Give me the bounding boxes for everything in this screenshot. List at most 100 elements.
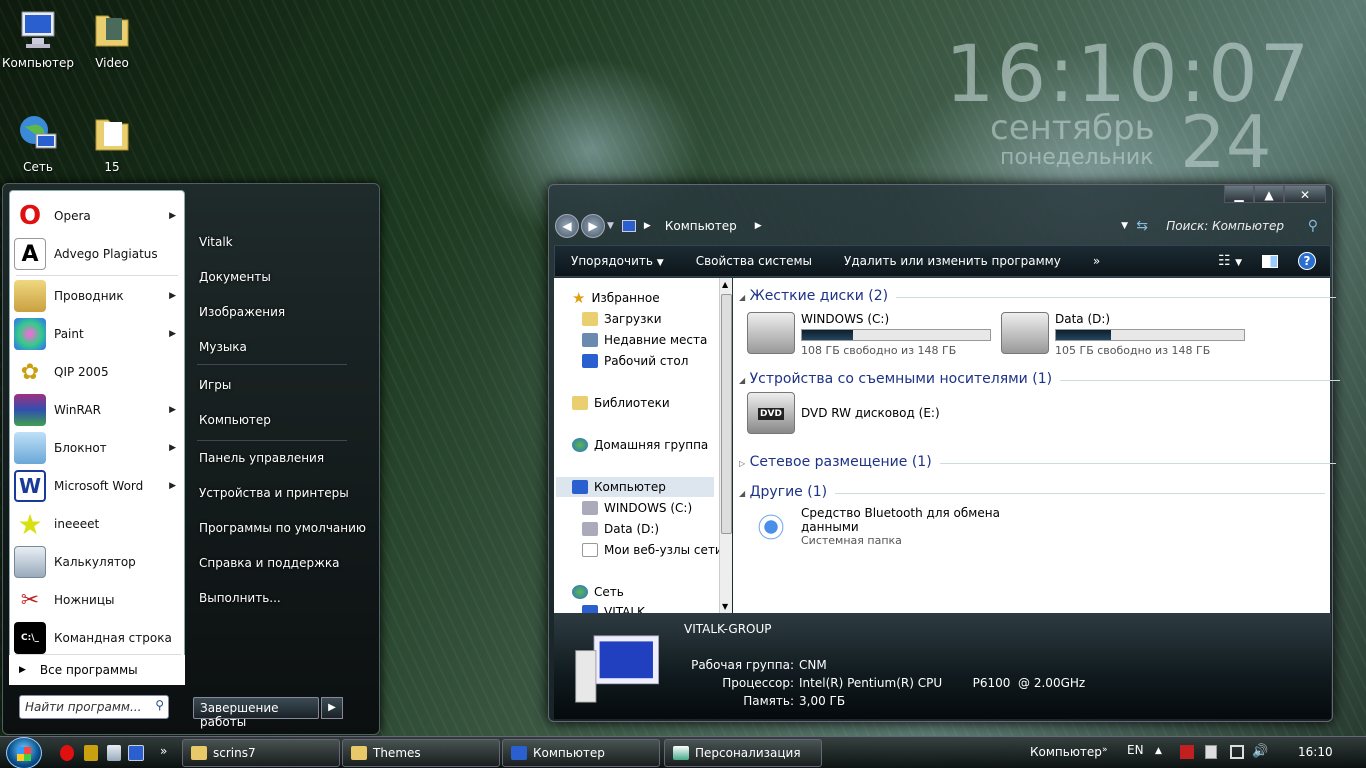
bluetooth-folder[interactable]: Средство Bluetooth для обмена данными Сист… xyxy=(747,506,1000,548)
taskbar-button-computer[interactable]: Компьютер xyxy=(502,739,660,767)
start-item-paint[interactable]: Paint ▶ xyxy=(10,315,186,353)
start-button[interactable] xyxy=(6,737,42,768)
start-item-notepad[interactable]: Блокнот ▶ xyxy=(10,429,186,467)
nav-downloads[interactable]: Загрузки xyxy=(582,309,662,329)
nav-recent[interactable]: Недавние места xyxy=(582,330,707,350)
flag-icon[interactable] xyxy=(1180,745,1194,759)
start-right-computer[interactable]: Компьютер xyxy=(199,413,271,427)
desktop-quicklaunch-icon[interactable] xyxy=(128,745,144,761)
network-tray-icon[interactable] xyxy=(1230,745,1244,759)
group-removable[interactable]: ◢ Устройства со съемными носителями (1) xyxy=(739,371,1341,387)
uninstall-program-button[interactable]: Удалить или изменить программу xyxy=(844,254,1061,268)
start-item-explorer[interactable]: Проводник ▶ xyxy=(10,277,186,315)
start-search-input[interactable]: Найти программ... ⚲ xyxy=(19,695,169,719)
search-icon[interactable]: ⚲ xyxy=(1308,218,1318,234)
homegroup-icon xyxy=(572,438,588,452)
start-item-winrar[interactable]: WinRAR ▶ xyxy=(10,391,186,429)
start-item-ineeeet[interactable]: ★ ineeeet xyxy=(10,505,186,543)
nav-vitalk[interactable]: VITALK xyxy=(582,602,645,613)
scroll-up-icon[interactable]: ▲ xyxy=(722,280,728,289)
opera-quicklaunch-icon[interactable] xyxy=(60,745,74,761)
toolbar-more-icon[interactable]: » xyxy=(1102,745,1108,755)
help-icon[interactable]: ? xyxy=(1298,252,1316,270)
group-hard-disks[interactable]: ◢ Жесткие диски (2) xyxy=(739,288,1337,304)
desktop-icon-15[interactable]: 15 xyxy=(74,112,150,174)
nav-drive-c[interactable]: WINDOWS (C:) xyxy=(582,498,692,518)
tray-clock[interactable]: 16:10 xyxy=(1298,745,1333,759)
nav-homegroup[interactable]: Домашняя группа xyxy=(572,435,708,455)
preview-pane-icon[interactable] xyxy=(1262,254,1278,268)
scroll-down-icon[interactable]: ▼ xyxy=(722,602,728,611)
nav-desktop[interactable]: Рабочий стол xyxy=(582,351,688,371)
start-right-run[interactable]: Выполнить... xyxy=(199,591,281,605)
all-programs-button[interactable]: ▶ Все программы xyxy=(9,655,185,685)
breadcrumb-computer[interactable]: Компьютер xyxy=(665,219,737,233)
close-button[interactable]: ✕ xyxy=(1284,185,1326,203)
start-item-opera[interactable]: O Opera ▶ xyxy=(10,197,186,235)
drive-icon xyxy=(582,501,598,515)
nav-libraries[interactable]: Библиотеки xyxy=(572,393,670,413)
start-item-word[interactable]: W Microsoft Word ▶ xyxy=(10,467,186,505)
start-right-control-panel[interactable]: Панель управления xyxy=(199,451,324,465)
explorer-search-input[interactable]: Поиск: Компьютер xyxy=(1166,219,1284,233)
start-right-devices[interactable]: Устройства и принтеры xyxy=(199,486,349,500)
start-right-default-programs[interactable]: Программы по умолчанию xyxy=(199,521,366,535)
scrollbar-thumb[interactable] xyxy=(721,294,732,534)
taskbar-more-icon[interactable]: » xyxy=(160,744,167,758)
volume-icon[interactable]: 🔊 xyxy=(1252,744,1268,759)
qip-quicklaunch-icon[interactable] xyxy=(84,745,98,761)
drive-dvd[interactable]: DVD DVD RW дисковод (E:) xyxy=(747,392,940,434)
back-button[interactable]: ◀ xyxy=(555,214,579,238)
chevron-down-icon[interactable]: ▼ xyxy=(607,221,614,231)
maximize-button[interactable]: ▲ xyxy=(1254,185,1284,203)
start-right-documents[interactable]: Документы xyxy=(199,270,271,284)
start-item-qip[interactable]: ✿ QIP 2005 xyxy=(10,353,186,391)
nav-web-sites[interactable]: Мои веб-узлы сети xyxy=(582,540,723,560)
arrow-right-icon: ▶ xyxy=(328,702,336,713)
shutdown-options-button[interactable]: ▶ xyxy=(321,697,343,719)
view-options-icon[interactable]: ☷ ▼ xyxy=(1218,253,1242,269)
chevron-down-icon[interactable]: ▼ xyxy=(1121,221,1128,231)
taskbar-button-personalization[interactable]: Персонализация xyxy=(664,739,822,767)
desktop-icon-computer[interactable]: Компьютер xyxy=(0,8,76,70)
drive-c[interactable]: WINDOWS (C:) 108 ГБ свободно из 148 ГБ xyxy=(747,312,991,357)
forward-button[interactable]: ▶ xyxy=(581,214,605,238)
system-properties-button[interactable]: Свойства системы xyxy=(696,254,812,268)
start-right-pictures[interactable]: Изображения xyxy=(199,305,285,319)
advego-icon: A xyxy=(14,238,46,270)
shutdown-button[interactable]: Завершение работы xyxy=(193,697,319,729)
nav-drive-d[interactable]: Data (D:) xyxy=(582,519,659,539)
nav-favorites[interactable]: ★ Избранное xyxy=(572,288,660,308)
nav-computer[interactable]: Компьютер xyxy=(556,477,714,497)
refresh-icon[interactable]: ⇆ xyxy=(1136,218,1148,234)
taskbar-computer-toolbar[interactable]: Компьютер xyxy=(1030,745,1102,759)
taskbar-button-themes[interactable]: Themes xyxy=(342,739,500,767)
tray-arrow-icon[interactable]: ▲ xyxy=(1155,746,1162,756)
computer-small-icon xyxy=(621,220,636,232)
start-right-games[interactable]: Игры xyxy=(199,378,231,392)
group-network[interactable]: ▷ Сетевое размещение (1) xyxy=(739,454,1336,470)
drive-d[interactable]: Data (D:) 105 ГБ свободно из 148 ГБ xyxy=(1001,312,1245,357)
start-item-cmd[interactable]: C:\_ Командная строка xyxy=(10,619,186,657)
start-item-snipping[interactable]: ✂ Ножницы xyxy=(10,581,186,619)
calculator-quicklaunch-icon[interactable] xyxy=(107,745,121,761)
start-item-calculator[interactable]: Калькулятор xyxy=(10,543,186,581)
nav-scrollbar[interactable]: ▲ ▼ xyxy=(719,278,732,613)
memory-label: Память: xyxy=(743,694,794,708)
search-icon: ⚲ xyxy=(155,698,164,712)
language-indicator[interactable]: EN xyxy=(1127,743,1144,757)
start-right-music[interactable]: Музыка xyxy=(199,340,247,354)
start-item-advego[interactable]: A Advego Plagiatus xyxy=(10,235,186,273)
desktop-icon-video[interactable]: Video xyxy=(74,8,150,70)
start-right-user[interactable]: Vitalk xyxy=(199,235,233,249)
device-icon[interactable] xyxy=(1205,745,1217,759)
minimize-button[interactable]: ▁ xyxy=(1224,185,1254,203)
toolbar-more-button[interactable]: » xyxy=(1093,254,1100,268)
taskbar-button-scrins7[interactable]: scrins7 xyxy=(182,739,340,767)
nav-network[interactable]: Сеть xyxy=(572,582,624,602)
organize-button[interactable]: Упорядочить ▼ xyxy=(571,254,664,268)
computer-icon xyxy=(582,605,598,613)
desktop-icon-network[interactable]: Сеть xyxy=(0,112,76,174)
start-right-help[interactable]: Справка и поддержка xyxy=(199,556,340,570)
group-other[interactable]: ◢ Другие (1) xyxy=(739,484,1326,500)
